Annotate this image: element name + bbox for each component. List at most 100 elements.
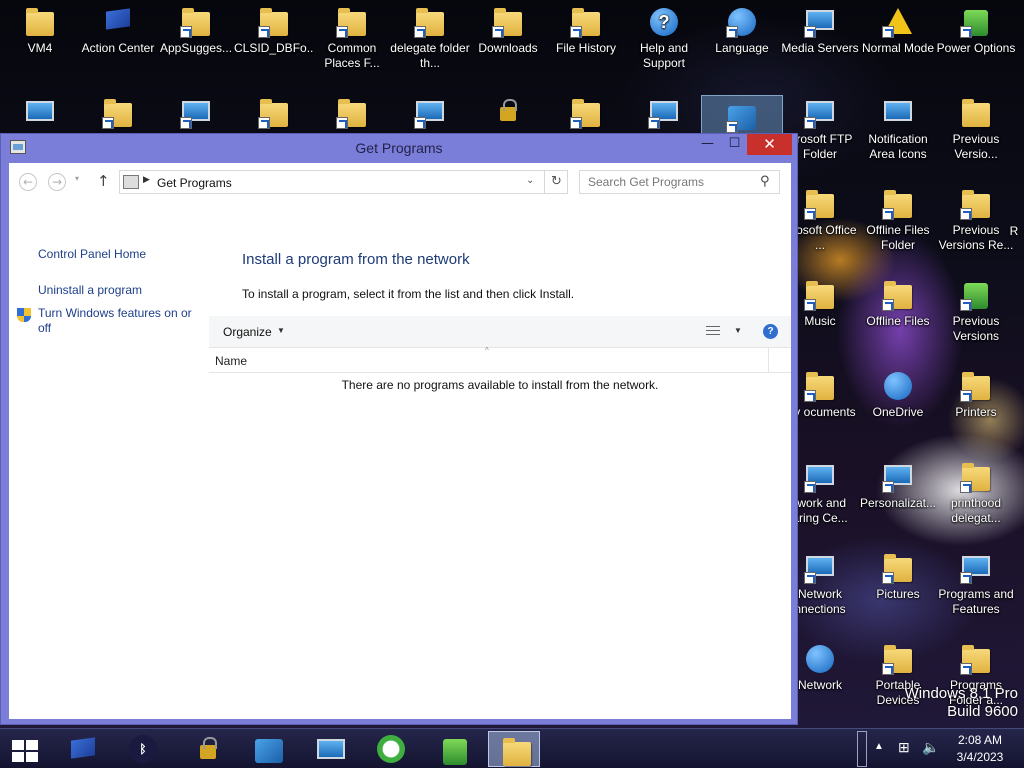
desktop-icon-label: printhood delegat...	[950, 496, 1002, 525]
view-options-dropdown[interactable]: ▼	[734, 326, 742, 335]
close-button[interactable]: ✕	[747, 134, 792, 155]
desktop-icon-vm4[interactable]: VM4	[0, 0, 80, 80]
desktop-icon-label: Previous Versio...	[952, 132, 1000, 161]
watermark-build: Build 9600	[947, 703, 1018, 720]
desktop-icon-normal-mode[interactable]: Normal Mode	[858, 0, 938, 80]
taskbar-battery[interactable]	[427, 731, 479, 767]
desktop-icon-offline-files[interactable]: Offline Files	[858, 273, 938, 353]
desktop-icon-get-programs-selected[interactable]	[701, 95, 783, 137]
command-toolbar: Organize ▼ ▼ ?	[209, 316, 791, 348]
network-icon	[804, 643, 836, 675]
taskbar-action-center[interactable]	[55, 731, 107, 767]
desktop-icon-action-center[interactable]: Action Center	[78, 0, 158, 80]
notification-area-icon	[882, 97, 914, 129]
taskbar-network-drive[interactable]	[303, 731, 355, 767]
desktop-icon-common-places[interactable]: Common Places F...	[312, 0, 392, 80]
window-titlebar[interactable]: Get Programs — ☐ ✕	[1, 134, 797, 161]
taskbar-keys[interactable]	[180, 731, 232, 767]
desktop-icon-power-options[interactable]: Power Options	[936, 0, 1016, 80]
address-dropdown-button[interactable]: ⌄	[526, 175, 534, 186]
network-connections-icon	[804, 552, 836, 584]
taskbar-bluetooth[interactable]: ᛒ	[117, 731, 169, 767]
column-divider[interactable]	[768, 348, 769, 373]
folder-icon	[960, 97, 992, 129]
desktop-icon-label: Printers	[955, 405, 997, 419]
folder-shortcut-icon	[258, 6, 290, 38]
desktop-icon-label: Personalizat...	[859, 496, 937, 510]
control-panel-home-link[interactable]: Control Panel Home	[38, 247, 146, 262]
refresh-button[interactable]: ↻	[544, 171, 568, 193]
desktop-icon-label: Power Options	[936, 41, 1016, 55]
printers-icon	[960, 370, 992, 402]
desktop-icon-label: CLSID_DBFo...	[234, 41, 314, 55]
desktop-icon-delegate-folder[interactable]: delegate folder th...	[390, 0, 470, 80]
desktop-icon-label: Previous Versions	[952, 314, 1000, 343]
desktop-icon-help-support[interactable]: ? Help and Support	[624, 0, 704, 80]
programs-features-icon	[960, 552, 992, 584]
desktop-icon-offline-files-folder[interactable]: Offline Files Folder	[858, 182, 938, 262]
column-header-name[interactable]: Name	[215, 354, 247, 368]
get-programs-window[interactable]: Get Programs — ☐ ✕ ← → ▾ ↑ ▶ Get Program…	[0, 133, 798, 725]
file-history-icon	[570, 6, 602, 38]
desktop-icon-printers[interactable]: Printers	[936, 364, 1016, 444]
desktop-icon-language[interactable]: Language	[702, 0, 782, 80]
windows-features-link[interactable]: Turn Windows features on or off	[38, 306, 203, 336]
taskbar-control-panel[interactable]	[241, 731, 293, 767]
taskbar-file-explorer[interactable]	[488, 731, 540, 767]
up-button[interactable]: ↑	[97, 172, 110, 190]
desktop-icon-appsuggestions[interactable]: AppSugges...	[156, 0, 236, 80]
desktop-icon-previous-versio[interactable]: Previous Versio...	[936, 91, 1016, 171]
desktop-icon-clsid[interactable]: CLSID_DBFo...	[234, 0, 314, 80]
search-input[interactable]	[580, 171, 755, 193]
volume-tray-icon[interactable]: 🔈	[922, 739, 939, 768]
help-icon: ?	[648, 6, 680, 38]
system-clock[interactable]: 2:08 AM 3/4/2023	[950, 732, 1010, 768]
media-player-icon	[180, 97, 212, 129]
search-icon[interactable]: ⚲	[760, 174, 770, 189]
chevron-down-icon[interactable]: ▼	[277, 326, 285, 335]
desktop-icon-label: Notification Area Icons	[868, 132, 928, 161]
desktop-icon-file-history[interactable]: File History	[546, 0, 626, 80]
desktop-icon-personalization[interactable]: Personalizat...	[858, 455, 938, 535]
desktop-icon-notification-area[interactable]: Notification Area Icons	[858, 91, 938, 171]
help-icon[interactable]: ?	[763, 324, 778, 339]
desktop-icon-previous-versions[interactable]: Previous Versions	[936, 273, 1016, 353]
show-desktop-divider[interactable]	[857, 731, 867, 767]
desktop-icon-downloads[interactable]: Downloads	[468, 0, 548, 80]
display-shortcut-icon	[648, 97, 680, 129]
desktop-icon-partial[interactable]: R	[1004, 182, 1024, 262]
breadcrumb-separator[interactable]: ▶	[143, 175, 150, 185]
office-folder-icon	[804, 188, 836, 220]
search-box[interactable]: ⚲	[579, 170, 780, 194]
minimize-button[interactable]: —	[694, 134, 721, 155]
desktop-icon-label: Help and Support	[639, 41, 689, 70]
start-button[interactable]	[0, 731, 52, 767]
desktop-icon-media-servers[interactable]: Media Servers	[780, 0, 860, 80]
folder-shortcut-icon	[336, 6, 368, 38]
list-column-header: ^ Name	[209, 346, 791, 373]
recent-locations-dropdown[interactable]: ▾	[75, 174, 79, 183]
desktop-icon-label: Language	[715, 41, 769, 55]
page-title: Install a program from the network	[242, 251, 470, 268]
breadcrumb-get-programs[interactable]: Get Programs	[157, 176, 232, 190]
forward-button[interactable]: →	[48, 173, 66, 191]
desktop-icon-printhood[interactable]: printhood delegat...	[936, 455, 1016, 535]
ftp-folder-icon	[804, 97, 836, 129]
uninstall-program-link[interactable]: Uninstall a program	[38, 283, 142, 298]
folder-shortcut-icon	[414, 6, 446, 38]
maximize-button[interactable]: ☐	[721, 134, 748, 155]
view-details-icon[interactable]	[706, 325, 720, 337]
network-tray-icon[interactable]: ⊞	[898, 739, 910, 768]
taskbar-clock-arrow[interactable]	[365, 731, 417, 767]
desktop-icon-pictures[interactable]: Pictures	[858, 546, 938, 626]
desktop-icon-programs-features[interactable]: Programs and Features	[936, 546, 1016, 626]
organize-menu-button[interactable]: Organize	[223, 325, 272, 339]
desktop-icon-label: Offline Files	[866, 314, 930, 328]
media-servers-icon	[804, 6, 836, 38]
taskbar: ᛒ ▲ ⊞ 🔈 2:08 AM 3/4/2023	[0, 728, 1024, 768]
show-hidden-icons-button[interactable]: ▲	[874, 741, 884, 768]
clock-arrow-icon	[377, 735, 405, 763]
address-bar[interactable]: ▶ Get Programs ⌄ ↻	[119, 170, 568, 194]
back-button[interactable]: ←	[19, 173, 37, 191]
desktop-icon-onedrive[interactable]: OneDrive	[858, 364, 938, 444]
